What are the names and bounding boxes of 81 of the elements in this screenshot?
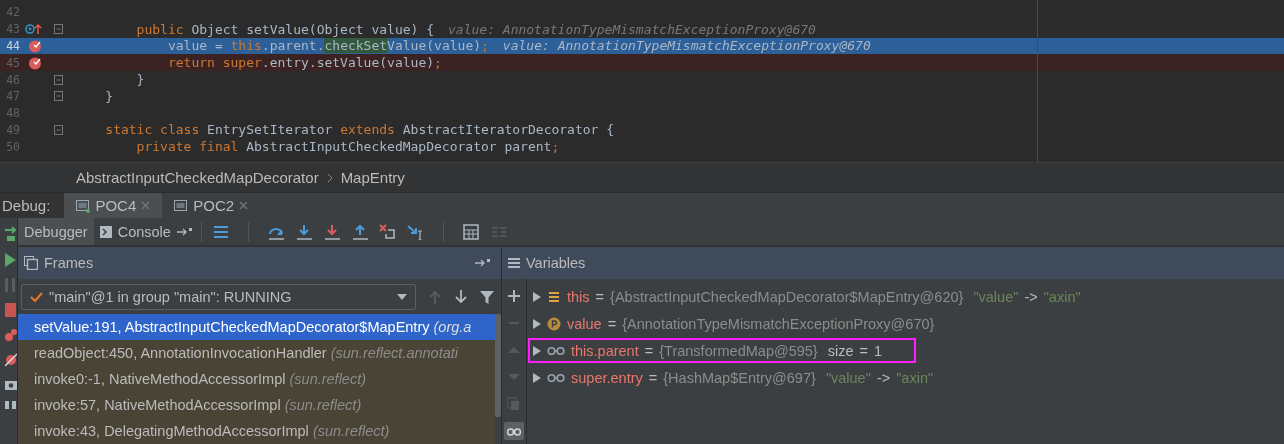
stack-frame[interactable]: invoke:57, NativeMethodAccessorImpl (sun.reflect) <box>18 392 495 418</box>
step-into-icon[interactable] <box>294 223 313 240</box>
fold-icon[interactable] <box>53 124 63 135</box>
variable-text: this.parent = {TransformedMap@595} size = 1 <box>571 342 883 359</box>
stack-frame[interactable]: invoke:43, DelegatingMethodAccessorImpl (sun.reflect) <box>18 418 495 444</box>
list-icon <box>508 257 520 269</box>
layout-icon[interactable] <box>5 401 17 409</box>
force-step-into-icon[interactable] <box>322 223 341 240</box>
panel-tab[interactable]: Console <box>93 218 177 245</box>
fold-icon[interactable] <box>53 74 63 85</box>
code-line: } <box>104 88 114 104</box>
line-number: 45 <box>5 55 20 70</box>
window-icon <box>76 198 91 213</box>
panel-title: Variables <box>526 255 586 271</box>
parameter-icon <box>547 316 561 331</box>
drop-frame-icon[interactable] <box>378 223 397 240</box>
breakpoint-icon[interactable] <box>28 55 42 70</box>
field-icon <box>547 289 561 304</box>
window-icon <box>174 198 189 213</box>
mute-breakpoints-icon[interactable] <box>5 353 17 367</box>
panel-title: Frames <box>44 255 94 271</box>
add-icon[interactable] <box>507 289 521 303</box>
expand-arrow-icon[interactable] <box>533 345 541 356</box>
down-arrow-icon[interactable] <box>454 290 468 304</box>
line-number: 43 <box>5 22 20 37</box>
stack-frame[interactable]: setValue:191, AbstractInputCheckedMapDecorator$MapEntry (org.a <box>18 314 495 340</box>
breadcrumb-item[interactable]: AbstractInputCheckedMapDecorator <box>76 169 319 186</box>
line-number: 46 <box>5 72 20 87</box>
stack-frame[interactable]: readObject:450, AnnotationInvocationHandler (sun.reflect.annotati <box>18 340 495 366</box>
line-number: 42 <box>5 5 20 20</box>
thread-dropdown[interactable]: "main"@1 in group "main": RUNNING <box>21 284 416 310</box>
glasses-icon <box>547 345 565 356</box>
stack-frame[interactable]: invoke0:-1, NativeMethodAccessorImpl (sun.reflect) <box>18 366 495 392</box>
breakpoints-icon[interactable] <box>5 328 17 342</box>
console-icon <box>99 225 112 238</box>
run-to-cursor-icon[interactable] <box>406 223 425 240</box>
code-line: return super.entry.setValue(value); <box>166 55 442 71</box>
code-line: } <box>135 72 145 88</box>
line-number: 44 <box>5 39 20 53</box>
inline-value-hint: value: AnnotationTypeMismatchExceptionProxy@670 <box>448 21 816 37</box>
step-out-icon[interactable] <box>350 223 369 240</box>
close-icon[interactable] <box>239 201 249 210</box>
expand-arrow-icon[interactable] <box>533 372 541 383</box>
line-number: 47 <box>5 89 20 104</box>
code-line: private final AbstractInputCheckedMapDecorator parent; <box>135 139 560 155</box>
expand-arrow-icon[interactable] <box>533 318 541 329</box>
camera-icon[interactable] <box>5 378 17 390</box>
expand-arrow-icon[interactable] <box>533 291 541 302</box>
execution-point-icon[interactable] <box>211 223 230 240</box>
breadcrumb-item[interactable]: MapEntry <box>340 169 405 186</box>
rerun-icon[interactable] <box>5 226 17 242</box>
inline-value-hint: value: AnnotationTypeMismatchExceptionProxy@670 <box>502 38 871 54</box>
stop-icon[interactable] <box>5 303 17 317</box>
code-line: static class EntrySetIterator extends AbstractIteratorDecorator { <box>104 122 615 138</box>
panel-tab[interactable]: Debugger <box>18 218 94 245</box>
variable-row[interactable]: value = {AnnotationTypeMismatchExceptionProxy@670} <box>527 310 1284 337</box>
chevron-icon <box>326 172 333 183</box>
frames-icon <box>24 256 38 270</box>
code-line: public Object setValue(Object value) { <box>135 21 435 37</box>
line-number: 50 <box>5 139 20 154</box>
dropdown-caret-icon <box>397 294 407 300</box>
scrollbar-thumb[interactable] <box>495 314 501 417</box>
glasses-icon <box>547 372 565 383</box>
fold-icon[interactable] <box>53 91 63 102</box>
variable-row[interactable]: super.entry = {HashMap$Entry@697} "value" -> "axin" <box>527 364 1284 391</box>
fold-icon[interactable] <box>53 24 63 35</box>
run-config-tab[interactable]: POC4 <box>64 193 163 218</box>
check-icon <box>30 291 43 303</box>
line-number: 49 <box>5 122 20 137</box>
variable-text: this = {AbstractInputCheckedMapDecorator$MapEntry@620} "value" -> "axin" <box>567 288 1081 305</box>
variable-text: super.entry = {HashMap$Entry@697} "value" -> "axin" <box>571 369 934 386</box>
variable-row[interactable]: this = {AbstractInputCheckedMapDecorator$MapEntry@620} "value" -> "axin" <box>527 283 1284 310</box>
variable-text: value = {AnnotationTypeMismatchExceptionProxy@670} <box>567 315 936 332</box>
highlighted-variable-row[interactable]: this.parent = {TransformedMap@595} size = 1 <box>527 337 917 364</box>
breakpoint-icon[interactable] <box>28 39 42 53</box>
calculator-icon[interactable] <box>461 223 480 240</box>
pin-icon[interactable] <box>176 226 193 237</box>
line-number: 48 <box>5 106 20 121</box>
pin-icon[interactable] <box>475 258 491 268</box>
debug-label: Debug: <box>0 193 65 218</box>
filter-icon[interactable] <box>480 290 494 304</box>
